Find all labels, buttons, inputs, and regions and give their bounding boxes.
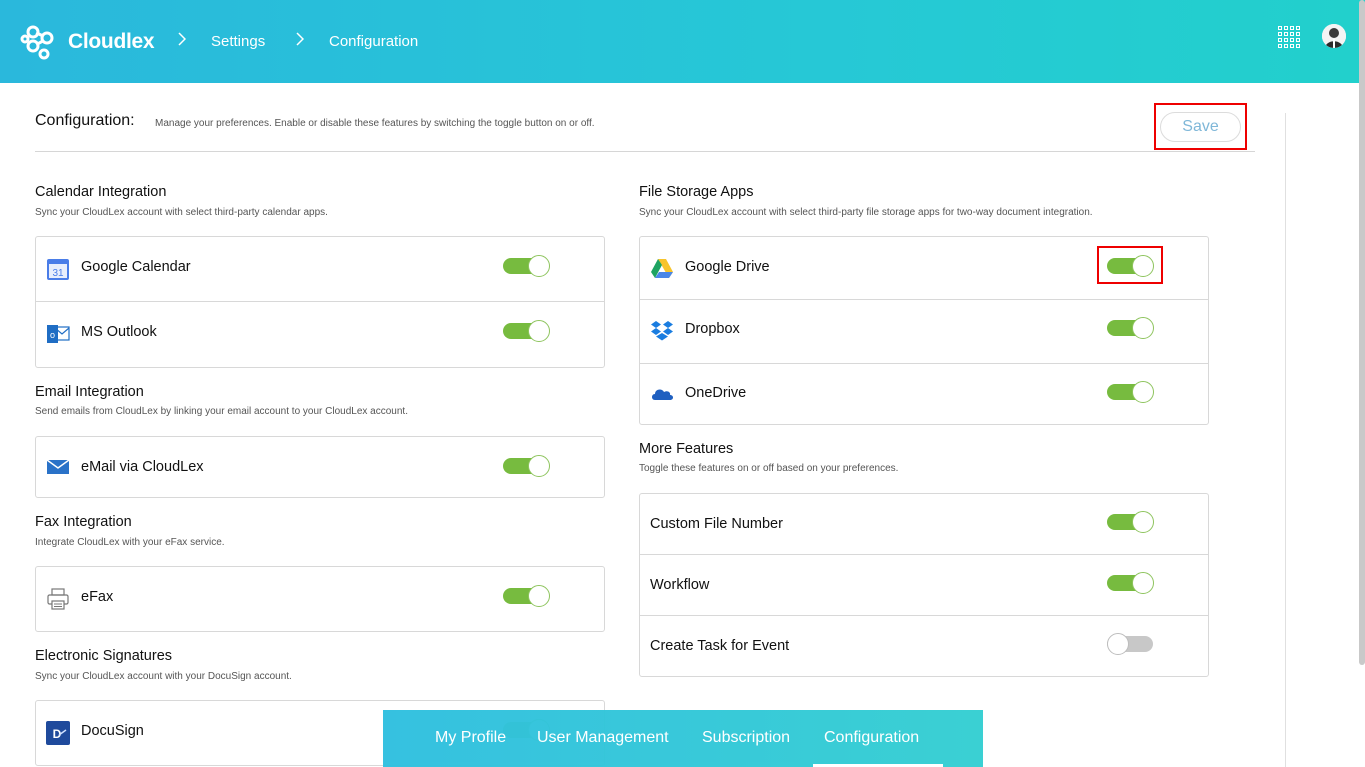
item-label: Dropbox <box>685 321 740 337</box>
list-item-dropbox: Dropbox <box>640 300 1208 364</box>
breadcrumb-chevron-icon <box>296 32 305 51</box>
toggle-custom-file-number[interactable] <box>1107 511 1154 533</box>
list-item-workflow: Workflow <box>640 555 1208 616</box>
svg-text:o: o <box>50 330 55 340</box>
dropbox-icon <box>650 319 674 343</box>
list-item-google-calendar: 31 Google Calendar <box>36 237 604 302</box>
section-subtitle-calendar: Sync your CloudLex account with select t… <box>35 207 328 218</box>
item-label: eFax <box>81 589 114 605</box>
section-subtitle-more: Toggle these features on or off based on… <box>639 463 899 474</box>
brand-name: Cloudlex <box>68 30 155 53</box>
list-item-custom-file-number: Custom File Number <box>640 494 1208 555</box>
list-item-ms-outlook: o MS Outlook <box>36 302 604 367</box>
section-subtitle-email: Send emails from CloudLex by linking you… <box>35 406 408 417</box>
tab-user-management[interactable]: User Management <box>537 729 669 747</box>
item-label: Workflow <box>650 577 710 593</box>
item-label: DocuSign <box>81 723 144 739</box>
tab-configuration[interactable]: Configuration <box>824 729 919 747</box>
item-label: Custom File Number <box>650 516 783 532</box>
cloudlex-logo-icon <box>20 22 60 62</box>
email-card: eMail via CloudLex <box>35 436 605 498</box>
section-subtitle-storage: Sync your CloudLex account with select t… <box>639 207 1093 218</box>
item-label: Google Calendar <box>81 259 191 275</box>
settings-tab-bar: My Profile User Management Subscription … <box>383 710 983 767</box>
toggle-dropbox[interactable] <box>1107 317 1154 339</box>
page-subtitle: Manage your preferences. Enable or disab… <box>155 118 595 129</box>
google-calendar-icon: 31 <box>46 257 70 281</box>
toggle-create-task-for-event[interactable] <box>1107 633 1153 655</box>
page-scrollbar[interactable] <box>1359 0 1365 665</box>
section-subtitle-esign: Sync your CloudLex account with your Doc… <box>35 671 292 682</box>
list-item-efax: eFax <box>36 567 604 631</box>
google-drive-toggle-highlight-box <box>1097 246 1163 284</box>
top-header: Cloudlex Settings Configuration <box>0 0 1365 83</box>
item-label: MS Outlook <box>81 324 157 340</box>
envelope-icon <box>46 455 70 479</box>
breadcrumb-chevron-icon <box>178 32 187 51</box>
content-divider-line <box>1285 113 1286 767</box>
onedrive-icon <box>650 382 674 406</box>
section-title-calendar: Calendar Integration <box>35 184 167 200</box>
printer-icon <box>46 587 70 611</box>
outlook-icon: o <box>46 322 70 346</box>
google-drive-icon <box>650 256 674 280</box>
list-item-email-via-cloudlex: eMail via CloudLex <box>36 437 604 497</box>
toggle-ms-outlook[interactable] <box>503 320 550 342</box>
svg-text:31: 31 <box>52 268 64 279</box>
item-label: Google Drive <box>685 259 770 275</box>
list-item-create-task-for-event: Create Task for Event <box>640 616 1208 676</box>
section-title-esign: Electronic Signatures <box>35 648 173 664</box>
section-title-storage: File Storage Apps <box>639 184 754 200</box>
toggle-onedrive[interactable] <box>1107 381 1154 403</box>
docusign-icon: D <box>46 721 70 745</box>
calendar-card: 31 Google Calendar o MS Outlook <box>35 236 605 368</box>
tab-my-profile[interactable]: My Profile <box>435 729 506 747</box>
app-grid-icon[interactable] <box>1278 26 1300 48</box>
save-button[interactable]: Save <box>1160 112 1241 142</box>
brand-logo[interactable]: Cloudlex <box>20 22 155 62</box>
item-label: eMail via CloudLex <box>81 459 204 475</box>
tab-subscription[interactable]: Subscription <box>702 729 790 747</box>
breadcrumb-settings[interactable]: Settings <box>211 33 265 50</box>
list-item-onedrive: OneDrive <box>640 364 1208 424</box>
more-features-card: Custom File Number Workflow Create Task … <box>639 493 1209 677</box>
section-subtitle-fax: Integrate CloudLex with your eFax servic… <box>35 537 225 548</box>
user-avatar[interactable] <box>1322 24 1346 48</box>
header-divider <box>35 151 1255 152</box>
section-title-more: More Features <box>639 441 734 457</box>
toggle-efax[interactable] <box>503 585 550 607</box>
page-title: Configuration: <box>35 112 135 129</box>
toggle-google-calendar[interactable] <box>503 255 550 277</box>
breadcrumb-configuration[interactable]: Configuration <box>329 33 418 50</box>
fax-card: eFax <box>35 566 605 632</box>
item-label: Create Task for Event <box>650 638 790 654</box>
section-title-fax: Fax Integration <box>35 514 132 530</box>
item-label: OneDrive <box>685 385 747 401</box>
toggle-workflow[interactable] <box>1107 572 1154 594</box>
toggle-email-via-cloudlex[interactable] <box>503 455 550 477</box>
section-title-email: Email Integration <box>35 384 144 400</box>
